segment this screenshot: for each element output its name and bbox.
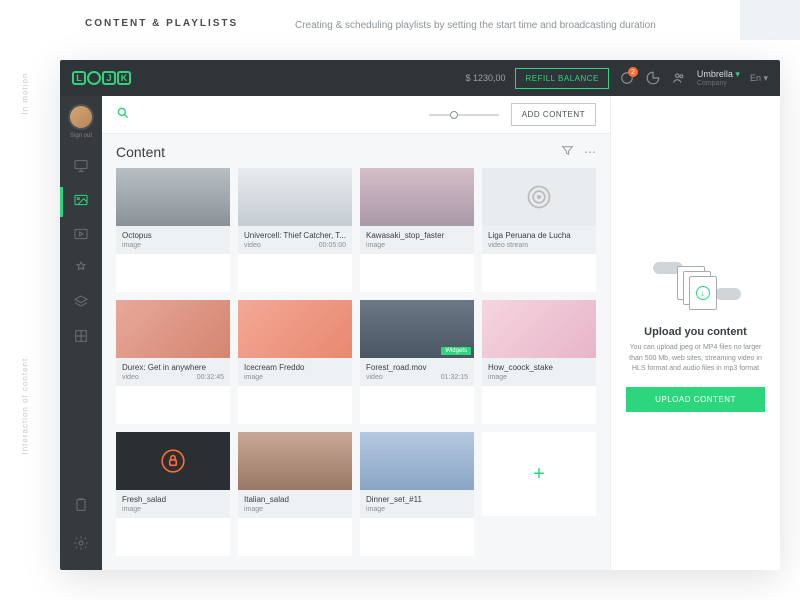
card-title: Liga Peruana de Lucha <box>488 231 590 240</box>
card-type: video <box>366 374 383 381</box>
grid-icon <box>73 328 89 349</box>
upload-title: Upload you content <box>644 326 747 338</box>
card-type: image <box>122 506 141 513</box>
card-title: Forest_road.mov <box>366 363 468 372</box>
language-dropdown[interactable]: En ▾ <box>750 73 768 84</box>
notifications-icon[interactable]: 2 <box>619 70 635 86</box>
balance-amount: $ 1230,00 <box>465 73 505 83</box>
upload-panel: ↓ Upload you content You can upload jpeg… <box>610 96 780 570</box>
content-card[interactable]: Octopus image <box>116 168 230 292</box>
topbar: LJK $ 1230,00 REFILL BALANCE 2 Umbrella … <box>60 60 780 96</box>
card-title: Italian_salad <box>244 495 346 504</box>
nav-widgets[interactable] <box>60 255 102 285</box>
content-card[interactable]: Fresh_saladimage <box>116 432 230 556</box>
content-card[interactable]: Icecream Freddo image <box>238 300 352 424</box>
card-title: How_coock_stake <box>488 363 590 372</box>
card-title: Icecream Freddo <box>244 363 346 372</box>
card-title: Univercell: Thief Catcher, T... <box>244 231 346 240</box>
card-type: video <box>122 374 139 381</box>
notification-badge: 2 <box>628 67 638 77</box>
card-duration: 01:32:15 <box>441 374 468 381</box>
card-type: video stream <box>488 242 528 249</box>
nav-settings[interactable] <box>60 530 102 560</box>
nav-clipboard[interactable] <box>60 492 102 522</box>
monitor-icon <box>73 158 89 179</box>
add-card-button[interactable]: + <box>482 432 596 516</box>
upload-description: You can upload jpeg or MP4 files no larg… <box>626 343 765 375</box>
card-duration: 00:05:00 <box>319 242 346 249</box>
card-type: image <box>366 506 385 513</box>
download-arrow-icon: ↓ <box>696 286 710 300</box>
filter-icon[interactable] <box>561 144 574 160</box>
main-panel: ADD CONTENT Content ⋯ Octopus image Univer… <box>102 96 610 570</box>
content-title: Content <box>116 144 165 160</box>
content-card[interactable]: Univercell: Thief Catcher, T... video 00:0… <box>238 168 352 292</box>
card-duration: 00:32:45 <box>197 374 224 381</box>
card-type: image <box>366 242 385 249</box>
refill-balance-button[interactable]: REFILL BALANCE <box>515 68 608 89</box>
card-title: Kawasaki_stop_faster <box>366 231 468 240</box>
nav-layers[interactable] <box>60 289 102 319</box>
content-card[interactable]: Italian_saladimage <box>238 432 352 556</box>
search-icon[interactable] <box>116 106 130 123</box>
card-type: image <box>244 374 263 381</box>
puzzle-icon <box>73 260 89 281</box>
toolbar: ADD CONTENT <box>102 96 610 134</box>
widget-tag: Widgets <box>441 347 471 355</box>
card-title: Dinner_set_#11 <box>366 495 468 504</box>
signout-link[interactable]: Sign out <box>70 133 92 139</box>
content-grid: Octopus image Univercell: Thief Catcher, T… <box>102 168 610 570</box>
play-icon <box>73 226 89 247</box>
avatar[interactable] <box>68 104 94 130</box>
content-card[interactable]: How_coock_stakeimage <box>482 300 596 424</box>
content-card[interactable]: Widgets Forest_road.movvideo 01:32:15 <box>360 300 474 424</box>
image-icon <box>73 192 89 213</box>
card-type: image <box>122 242 141 249</box>
nav-content[interactable] <box>60 187 102 217</box>
side-label-interaction: Interaction of content <box>21 358 30 455</box>
card-title: Fresh_salad <box>122 495 224 504</box>
company-dropdown[interactable]: Umbrella ▾ Company <box>697 69 740 87</box>
nav-schedule[interactable] <box>60 323 102 353</box>
logo[interactable]: LJK <box>72 71 131 85</box>
upload-content-button[interactable]: UPLOAD CONTENT <box>626 387 765 412</box>
content-card[interactable]: Liga Peruana de Lucha video stream <box>482 168 596 292</box>
card-title: Octopus <box>122 231 224 240</box>
gear-icon <box>73 535 89 556</box>
content-card[interactable]: Kawasaki_stop_fasterimage <box>360 168 474 292</box>
nav-dashboard[interactable] <box>60 153 102 183</box>
layers-icon <box>73 294 89 315</box>
more-icon[interactable]: ⋯ <box>584 145 596 159</box>
users-icon[interactable] <box>671 70 687 86</box>
card-title: Durex: Get in anywhere <box>122 363 224 372</box>
nav-playlists[interactable] <box>60 221 102 251</box>
side-label-motion: In motion <box>21 73 30 115</box>
card-type: image <box>244 506 263 513</box>
app-window: LJK $ 1230,00 REFILL BALANCE 2 Umbrella … <box>60 60 780 570</box>
content-card[interactable]: Durex: Get in anywhere video 00:32:45 <box>116 300 230 424</box>
zoom-slider[interactable] <box>429 114 499 116</box>
section-description: Creating & scheduling playlists by setti… <box>295 20 656 31</box>
stats-icon[interactable] <box>645 70 661 86</box>
content-card[interactable]: Dinner_set_#11image <box>360 432 474 556</box>
upload-illustration: ↓ <box>651 254 741 314</box>
sidebar: Sign out <box>60 96 102 570</box>
clipboard-icon <box>73 497 89 518</box>
add-content-button[interactable]: ADD CONTENT <box>511 103 596 126</box>
card-type: video <box>244 242 261 249</box>
card-type: image <box>488 374 507 381</box>
